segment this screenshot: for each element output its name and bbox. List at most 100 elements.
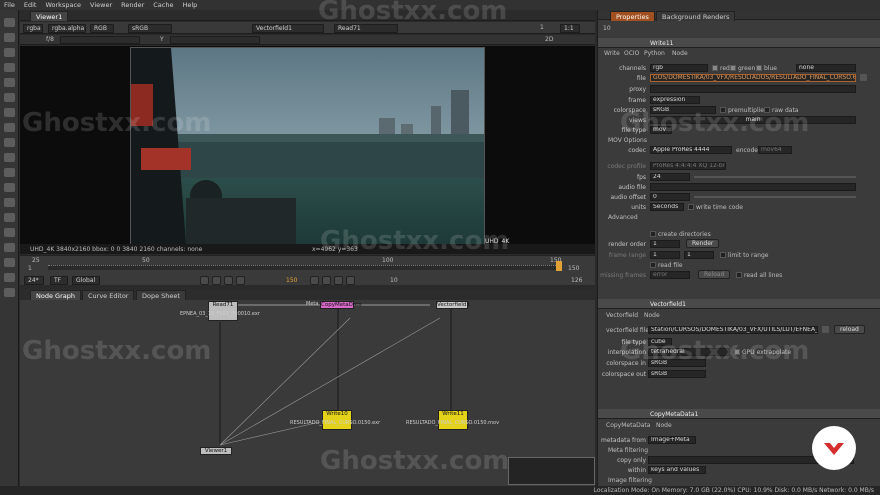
gpu-extrapolate-checkbox[interactable] [734, 349, 740, 355]
zoom-dropdown[interactable]: 1:1 [560, 23, 580, 33]
display-dropdown[interactable]: sRGB [128, 23, 172, 33]
metadata-icon[interactable] [4, 213, 15, 222]
last-frame-button[interactable] [346, 276, 355, 285]
vector-folder-icon[interactable] [822, 326, 829, 333]
furnace-icon[interactable] [4, 273, 15, 282]
mode-2d[interactable]: 2D [545, 36, 553, 43]
reload-button[interactable]: Reload [698, 270, 731, 279]
time-icon[interactable] [4, 78, 15, 87]
read-all-lines-checkbox[interactable] [736, 272, 742, 278]
views-icon[interactable] [4, 198, 15, 207]
audio-offset-slider[interactable] [694, 196, 856, 198]
merge-icon[interactable] [4, 153, 15, 162]
input-a-dropdown[interactable]: Vectorfield1 [252, 23, 324, 33]
blue-checkbox[interactable] [756, 65, 762, 71]
advanced-toggle[interactable]: Advanced [608, 214, 638, 221]
menu-help[interactable]: Help [182, 1, 197, 9]
frame-range-end[interactable]: 1 [684, 251, 714, 259]
vectorfield-file-field[interactable]: Station/CURSOS/DOMESTIKA/03_VFX/UTILS/LU… [648, 326, 818, 334]
menu-workspace[interactable]: Workspace [45, 1, 81, 9]
menu-viewer[interactable]: Viewer [90, 1, 112, 9]
transform-icon[interactable] [4, 168, 15, 177]
particles-icon[interactable] [4, 228, 15, 237]
colorspace-in-select[interactable]: sRGB [648, 359, 706, 367]
copymeta-header[interactable]: CopyMetaData1 [598, 409, 880, 419]
color-icon[interactable] [4, 108, 15, 117]
subtab-copymetadata[interactable]: CopyMetaData [606, 422, 650, 429]
tab-background-renders[interactable]: Background Renders [656, 11, 736, 21]
keyer-icon[interactable] [4, 138, 15, 147]
tab-dope-sheet[interactable]: Dope Sheet [136, 290, 186, 300]
toolsets-icon[interactable] [4, 243, 15, 252]
nodegraph-minimap[interactable] [508, 457, 595, 485]
fps-dropdown[interactable]: 24* [24, 276, 44, 285]
alpha-dropdown[interactable]: rgba.alpha [48, 23, 86, 33]
playhead[interactable] [556, 261, 562, 271]
prev-key-button[interactable] [212, 276, 221, 285]
write-timecode-checkbox[interactable] [688, 204, 694, 210]
gain-slider[interactable] [60, 35, 140, 44]
interpolation-select[interactable]: tetrahedral [648, 348, 730, 356]
read-file-checkbox[interactable] [650, 262, 656, 268]
subtab-write[interactable]: Write [604, 50, 620, 57]
subtab-vector-node[interactable]: Node [644, 312, 660, 319]
vector-reload-button[interactable]: reload [834, 325, 865, 334]
limit-range-checkbox[interactable] [720, 252, 726, 258]
3d-icon[interactable] [4, 183, 15, 192]
menu-render[interactable]: Render [121, 1, 144, 9]
colorspace-out-select[interactable]: sRGB [648, 370, 706, 378]
codec-select[interactable]: Apple ProRes 4444 [650, 146, 732, 154]
paint-icon[interactable] [4, 33, 15, 42]
next-frame-button[interactable] [322, 276, 331, 285]
tab-curve-editor[interactable]: Curve Editor [82, 290, 135, 300]
views-select[interactable]: main [650, 116, 856, 124]
vector-filetype-select[interactable]: cube [648, 338, 672, 346]
scope-dropdown[interactable]: Global [72, 276, 100, 285]
tab-viewer1[interactable]: Viewer1 [30, 11, 69, 21]
viewer-node[interactable]: Viewer1 [200, 447, 232, 455]
rgb-dropdown[interactable]: RGB [90, 23, 114, 33]
play-back-button[interactable] [236, 276, 245, 285]
filter-icon[interactable] [4, 123, 15, 132]
fps-slider[interactable] [694, 176, 856, 178]
frame-range-start[interactable]: 1 [650, 251, 680, 259]
vectorfield-header[interactable]: Vectorfield1 [598, 299, 880, 309]
metadata-from-select[interactable]: Image+Meta [648, 436, 696, 444]
encoder-select[interactable]: mov64 [758, 146, 792, 154]
audio-offset-field[interactable]: 0 [650, 193, 690, 201]
subtab-vectorfield[interactable]: Vectorfield [606, 312, 638, 319]
render-button[interactable]: Render [686, 239, 720, 248]
nuke-logo-icon[interactable] [4, 288, 15, 297]
channels-dropdown[interactable]: rgba [23, 23, 43, 33]
current-frame[interactable]: 150 [286, 277, 297, 284]
menu-cache[interactable]: Cache [153, 1, 173, 9]
channel-icon[interactable] [4, 93, 15, 102]
filetype-select[interactable]: mov [650, 126, 672, 134]
play-button[interactable] [310, 276, 319, 285]
audio-file-field[interactable] [650, 183, 856, 191]
channels-select[interactable]: rgb [650, 64, 708, 72]
within-select[interactable]: keys and values [648, 466, 706, 474]
next-key-button[interactable] [334, 276, 343, 285]
first-frame-button[interactable] [200, 276, 209, 285]
green-checkbox[interactable] [730, 65, 736, 71]
tab-properties[interactable]: Properties [610, 11, 655, 21]
write11-header[interactable]: Write11 [598, 38, 880, 48]
timeline-scrubber[interactable] [48, 265, 560, 270]
create-dirs-checkbox[interactable] [650, 231, 656, 237]
none-select[interactable]: none [796, 64, 856, 72]
fps-field[interactable]: 24 [650, 173, 690, 181]
step-value[interactable]: 10 [390, 277, 398, 284]
codec-profile-select[interactable]: ProRes 4:4:4:4 XQ 12-bit [650, 162, 726, 170]
copymetadata-node[interactable]: CopyMetaData [320, 301, 362, 309]
subtab-ocio[interactable]: OCIO [624, 50, 639, 57]
menu-file[interactable]: File [4, 1, 15, 9]
tf-dropdown[interactable]: TF [50, 276, 68, 285]
prev-frame-button[interactable] [224, 276, 233, 285]
frame-select[interactable]: expression [650, 96, 700, 104]
subtab-node[interactable]: Node [672, 50, 688, 57]
menu-edit[interactable]: Edit [24, 1, 37, 9]
input-b-dropdown[interactable]: Read71 [334, 23, 398, 33]
units-select[interactable]: Seconds [650, 203, 684, 211]
image-icon[interactable] [4, 48, 15, 57]
